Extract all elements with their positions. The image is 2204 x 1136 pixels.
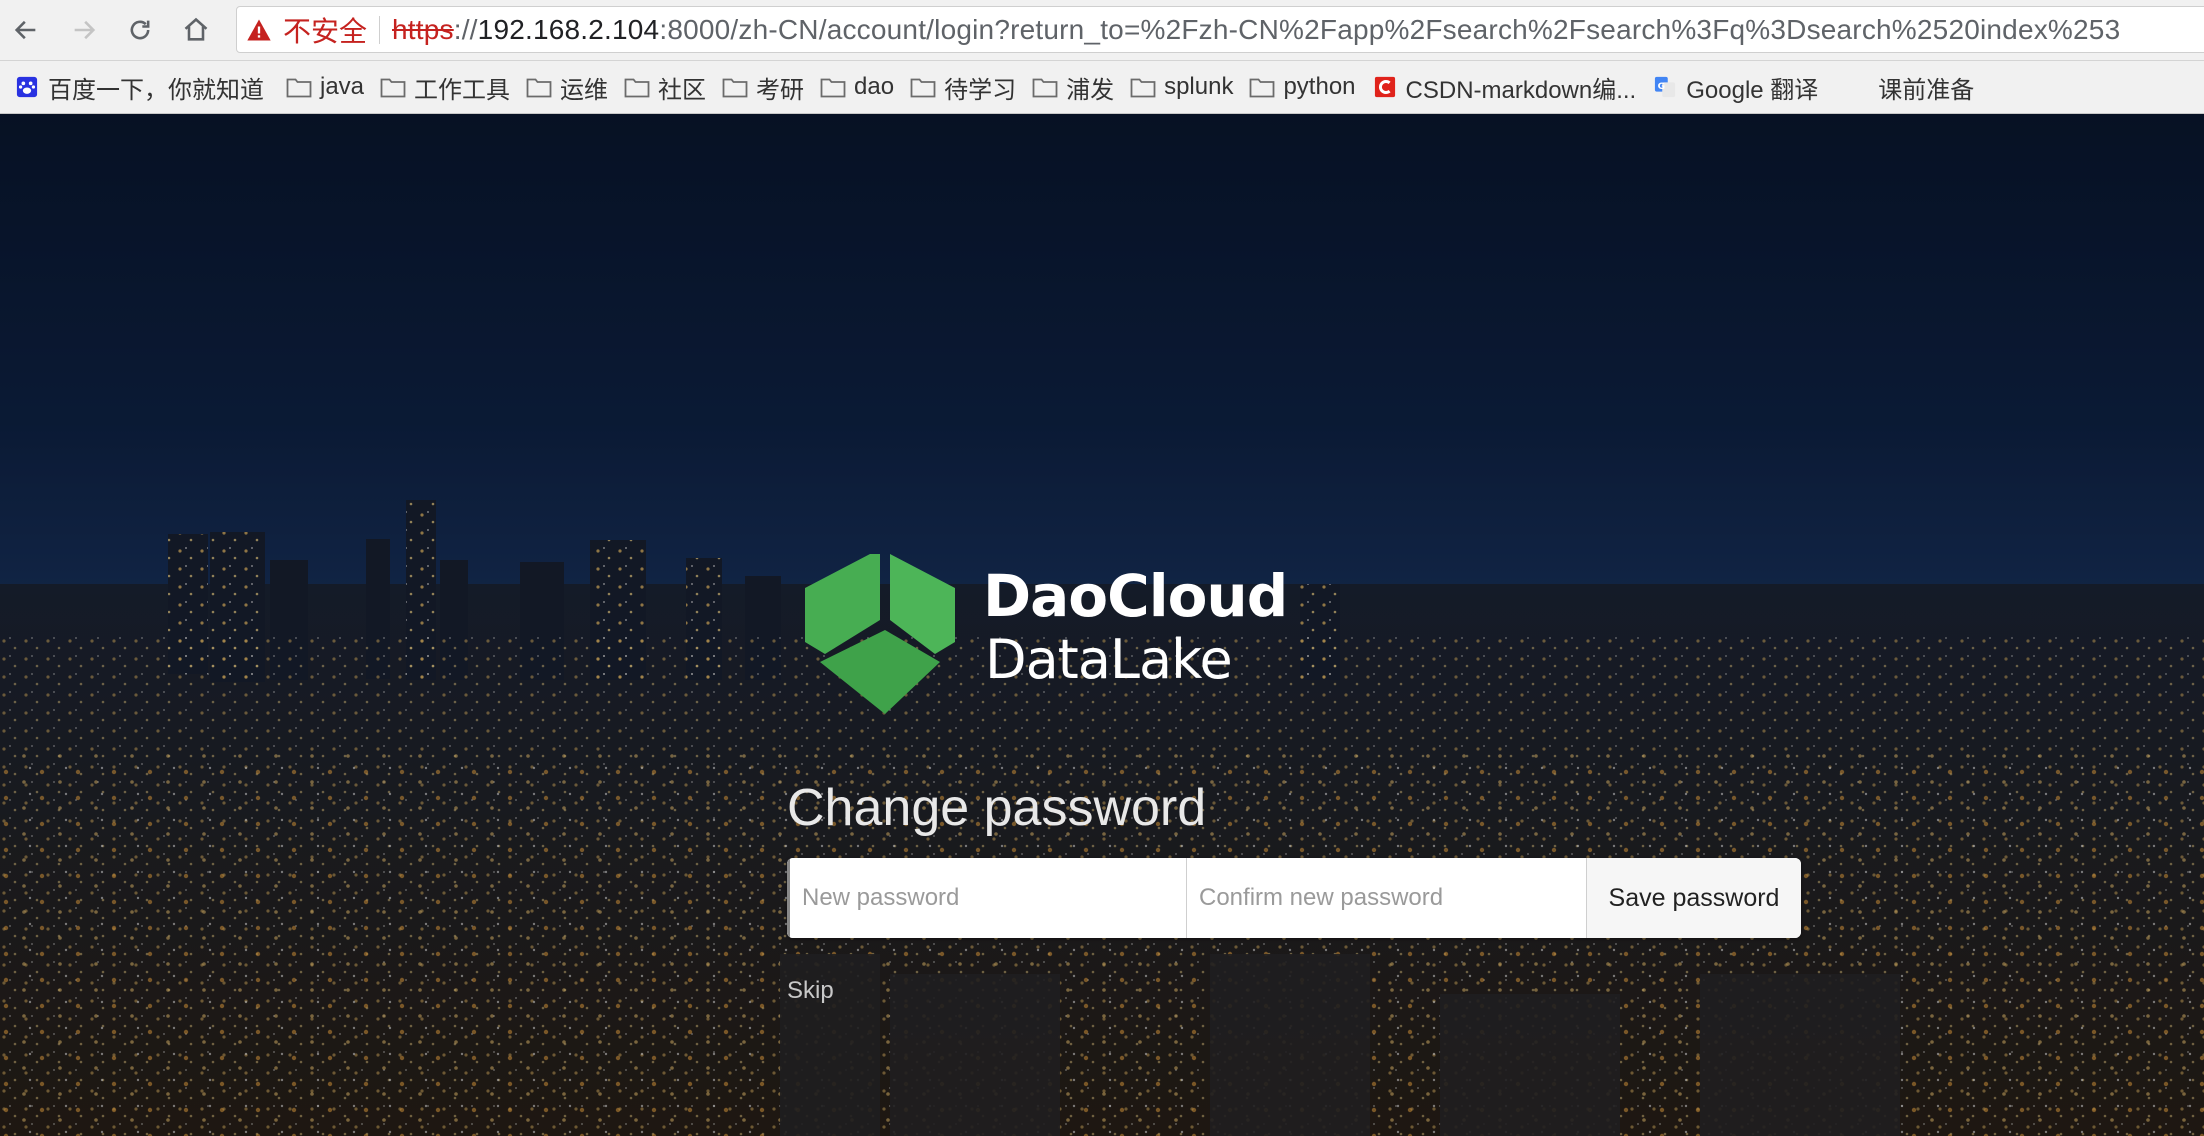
folder-icon: [1130, 78, 1156, 98]
bookmark-label: python: [1283, 73, 1356, 100]
bookmark-folder-exam[interactable]: 考研: [714, 61, 812, 113]
url-text[interactable]: https://192.168.2.104:8000/zh-CN/account…: [392, 14, 2120, 46]
bookmark-label: CSDN-markdown编...: [1405, 76, 1637, 104]
folder-icon: [1032, 78, 1058, 98]
bookmark-label: 考研: [756, 76, 805, 104]
bookmark-folder-to-learn[interactable]: 待学习: [902, 61, 1024, 113]
bookmark-folder-dao[interactable]: dao: [812, 61, 902, 113]
folder-icon: [1250, 78, 1275, 98]
bookmark-folder-ops[interactable]: 运维: [518, 61, 616, 113]
folder-icon: [526, 78, 552, 98]
back-arrow-icon: [14, 20, 36, 40]
bookmark-label: 课前准备: [1878, 76, 1975, 104]
folder-icon: [722, 78, 748, 98]
csdn-icon: [1374, 76, 1395, 98]
bookmark-label: Google 翻译: [1686, 76, 1819, 104]
warning-icon: [247, 19, 271, 40]
bookmark-folder-python[interactable]: python: [1241, 61, 1363, 113]
address-bar[interactable]: 不安全 https://192.168.2.104:8000/zh-CN/acc…: [236, 6, 2204, 53]
skip-link[interactable]: Skip: [787, 977, 834, 1005]
browser-toolbar: 不安全 https://192.168.2.104:8000/zh-CN/acc…: [0, 0, 2204, 61]
bookmark-label: 百度一下，你就知道: [48, 76, 264, 104]
svg-text:G: G: [1658, 81, 1666, 92]
bookmark-class-prep[interactable]: 课前准备: [1870, 61, 1982, 113]
confirm-password-input[interactable]: [1187, 858, 1587, 938]
folder-icon: [380, 78, 406, 98]
omnibox-divider: [379, 15, 381, 44]
forward-button[interactable]: [66, 12, 102, 48]
bookmark-label: 浦发: [1066, 76, 1115, 104]
google-translate-icon: G: [1655, 76, 1676, 98]
bookmark-label: 待学习: [944, 76, 1017, 104]
home-button[interactable]: [178, 12, 214, 48]
folder-icon: [624, 78, 650, 98]
bookmark-folder-community[interactable]: 社区: [616, 61, 714, 113]
bookmark-label: 运维: [560, 76, 609, 104]
page-title: Change password: [787, 779, 1207, 837]
forward-arrow-icon: [74, 20, 96, 40]
bookmark-baidu[interactable]: 百度一下，你就知道: [0, 61, 272, 113]
bookmark-label: 工作工具: [414, 76, 511, 104]
bookmark-folder-work-tools[interactable]: 工作工具: [372, 61, 518, 113]
home-icon: [184, 17, 208, 41]
bookmark-csdn[interactable]: CSDN-markdown编...: [1364, 61, 1645, 113]
reload-icon: [130, 20, 150, 40]
bookmark-folder-splunk[interactable]: splunk: [1122, 61, 1241, 113]
bookmark-label: java: [320, 73, 365, 100]
bookmark-google-translate[interactable]: G Google 翻译: [1644, 61, 1826, 113]
daocloud-datalake-logo: DaoCloud DataLake: [805, 554, 1288, 714]
baidu-icon: [16, 76, 38, 98]
bookmark-label: 社区: [658, 76, 707, 104]
new-password-input[interactable]: [787, 858, 1187, 938]
reload-button[interactable]: [122, 12, 158, 48]
folder-icon: [910, 78, 936, 98]
bookmark-label: splunk: [1164, 73, 1234, 100]
cube-logo-icon: [805, 554, 955, 714]
change-password-form: Save password: [787, 858, 1801, 938]
folder-icon: [820, 78, 846, 98]
security-indicator[interactable]: 不安全: [283, 10, 367, 50]
url-host: 192.168.2.104: [477, 13, 660, 45]
save-password-button[interactable]: Save password: [1587, 858, 1801, 938]
url-path: :8000/zh-CN/account/login?return_to=%2Fz…: [659, 13, 2121, 45]
logo-product-text: DataLake: [985, 628, 1233, 691]
logo-brand-text: DaoCloud: [983, 562, 1288, 630]
url-separator: ://: [453, 13, 478, 45]
url-scheme: https: [392, 13, 454, 45]
bookmark-folder-java[interactable]: java: [278, 61, 372, 113]
bookmark-label: dao: [854, 73, 895, 100]
login-page: DaoCloud DataLake Change password Save p…: [0, 114, 2204, 1136]
bookmarks-bar: 百度一下，你就知道 java 工作工具 运维 社区 考研 dao 待学习 浦发 …: [0, 61, 2204, 114]
folder-icon: [286, 78, 312, 98]
back-button[interactable]: [8, 12, 44, 48]
bookmark-folder-pufa[interactable]: 浦发: [1024, 61, 1122, 113]
